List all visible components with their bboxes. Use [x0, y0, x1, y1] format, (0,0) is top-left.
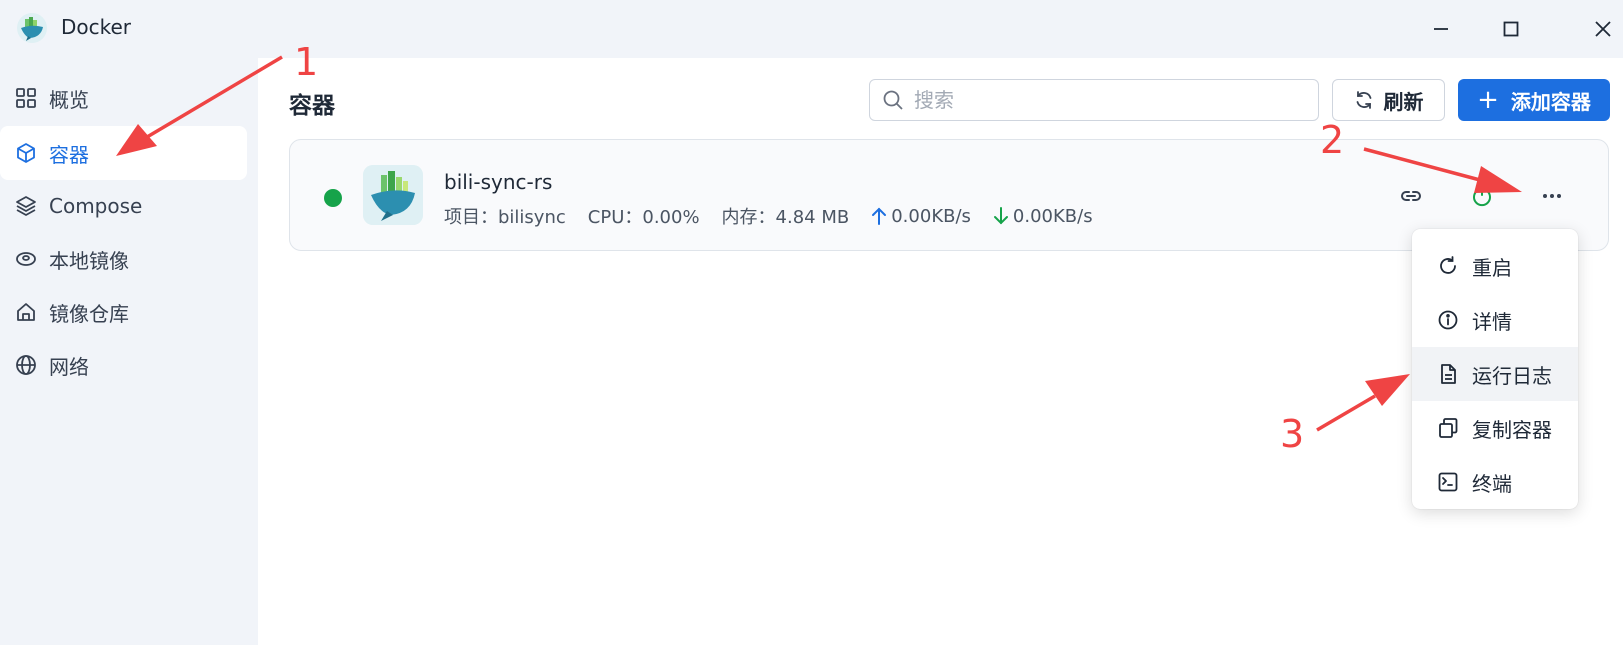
- sidebar-item-label: 容器: [49, 142, 89, 167]
- more-button[interactable]: [1534, 178, 1570, 214]
- layers-icon: [13, 193, 39, 219]
- menu-item-logs[interactable]: 运行日志: [1412, 347, 1578, 401]
- search-input[interactable]: [914, 88, 1294, 112]
- refresh-button[interactable]: 刷新: [1332, 79, 1445, 121]
- sidebar-item-compose[interactable]: Compose: [0, 179, 247, 233]
- container-download: 0.00KB/s: [993, 206, 1093, 227]
- menu-item-restart[interactable]: 重启: [1412, 239, 1578, 293]
- sidebar: 概览 容器 Compose 本地镜像 镜像仓库 网络: [0, 58, 258, 645]
- container-context-menu: 重启 详情 运行日志 复制容器 终端: [1412, 229, 1578, 509]
- upload-speed: 0.00KB/s: [891, 205, 971, 227]
- container-name[interactable]: bili-sync-rs: [444, 170, 552, 194]
- add-container-button[interactable]: + 添加容器: [1458, 79, 1610, 121]
- terminal-icon: [1436, 470, 1460, 494]
- sidebar-item-network[interactable]: 网络: [0, 338, 247, 392]
- disk-icon: [13, 246, 39, 272]
- copy-icon: [1436, 416, 1460, 440]
- status-indicator: [324, 189, 342, 207]
- sidebar-item-label: 概览: [49, 87, 89, 112]
- info-icon: [1436, 308, 1460, 332]
- minimize-icon[interactable]: [1426, 14, 1456, 44]
- sidebar-item-overview[interactable]: 概览: [0, 71, 247, 125]
- container-image-icon: [363, 165, 423, 225]
- add-container-label: 添加容器: [1510, 89, 1591, 114]
- menu-item-label: 终端: [1472, 471, 1512, 496]
- search-box[interactable]: [869, 79, 1319, 121]
- app-title: Docker: [61, 15, 132, 39]
- menu-item-clone[interactable]: 复制容器: [1412, 401, 1578, 455]
- annotation-label-2: 2: [1320, 118, 1345, 162]
- menu-item-label: 运行日志: [1472, 363, 1552, 388]
- docker-logo-icon: [16, 12, 48, 44]
- sidebar-item-label: 镜像仓库: [49, 301, 129, 326]
- search-icon: [882, 89, 904, 111]
- power-icon: [1470, 184, 1494, 208]
- plus-icon: +: [1477, 85, 1499, 115]
- container-project: 项目：bilisync: [444, 207, 566, 228]
- link-button[interactable]: [1393, 178, 1429, 214]
- restart-icon: [1436, 254, 1460, 278]
- grid-icon: [13, 85, 39, 111]
- menu-item-label: 详情: [1472, 309, 1512, 334]
- container-card[interactable]: bili-sync-rs 项目：bilisync CPU：0.00% 内存：4.…: [289, 139, 1609, 251]
- annotation-arrow-3: [1316, 374, 1410, 432]
- home-icon: [13, 299, 39, 325]
- container-memory: 内存：4.84 MB: [721, 207, 850, 228]
- more-horizontal-icon: [1540, 184, 1564, 208]
- log-file-icon: [1436, 362, 1460, 386]
- refresh-icon: [1354, 90, 1374, 110]
- container-cpu: CPU：0.00%: [587, 207, 700, 228]
- title-bar: Docker: [0, 0, 1623, 58]
- menu-item-terminal[interactable]: 终端: [1412, 455, 1578, 509]
- sidebar-item-label: 网络: [49, 354, 89, 379]
- arrow-down-icon: [993, 206, 1009, 226]
- link-icon: [1399, 184, 1423, 208]
- box-icon: [13, 140, 39, 166]
- sidebar-item-local-images[interactable]: 本地镜像: [0, 232, 247, 286]
- container-meta: 项目：bilisync CPU：0.00% 内存：4.84 MB 0.00KB/…: [444, 203, 1115, 229]
- menu-item-details[interactable]: 详情: [1412, 293, 1578, 347]
- power-button[interactable]: [1464, 178, 1500, 214]
- menu-item-label: 重启: [1472, 255, 1512, 280]
- arrow-up-icon: [871, 206, 887, 226]
- sidebar-item-registry[interactable]: 镜像仓库: [0, 285, 247, 339]
- maximize-icon[interactable]: [1496, 14, 1526, 44]
- sidebar-item-containers[interactable]: 容器: [0, 126, 247, 180]
- refresh-label: 刷新: [1383, 89, 1424, 114]
- container-upload: 0.00KB/s: [871, 206, 971, 227]
- sidebar-item-label: 本地镜像: [49, 248, 129, 273]
- annotation-label-1: 1: [294, 40, 319, 84]
- download-speed: 0.00KB/s: [1012, 205, 1093, 227]
- menu-item-label: 复制容器: [1472, 417, 1552, 442]
- annotation-label-3: 3: [1280, 412, 1305, 456]
- sidebar-item-label: Compose: [49, 194, 143, 218]
- close-icon[interactable]: [1588, 14, 1618, 44]
- page-title: 容器: [289, 93, 335, 119]
- globe-icon: [13, 352, 39, 378]
